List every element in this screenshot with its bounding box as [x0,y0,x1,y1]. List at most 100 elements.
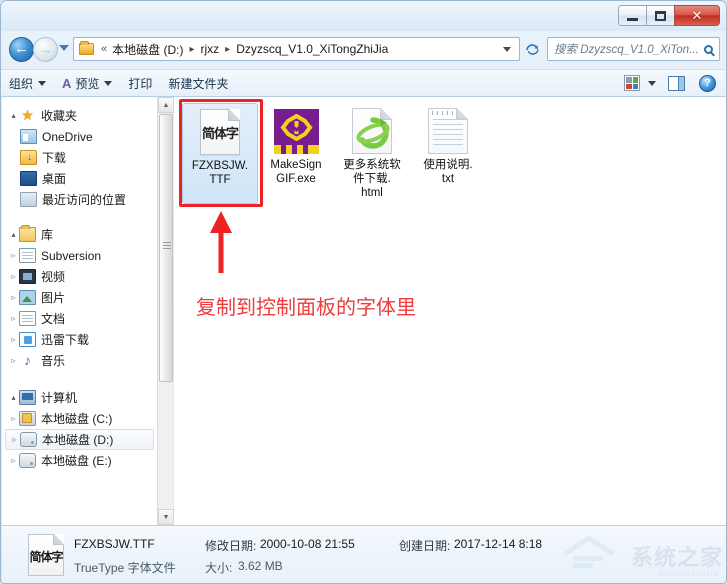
search-icon [704,44,713,54]
file-name-label: FZXBSJW. TTF [191,160,249,186]
close-button[interactable]: ✕ [674,5,720,26]
organize-button[interactable]: 组织 [1,72,54,94]
onedrive-icon [20,129,37,144]
maximize-button[interactable] [646,5,675,26]
sidebar-item-drive-d[interactable]: ▹ 本地磁盘 (D:) [5,429,154,450]
sidebar-group-favorites: ▴ ★ 收藏夹 OneDrive 下载 桌面 最近访问的位置 [2,105,157,210]
help-button[interactable]: ? [695,72,720,94]
sidebar-item-pictures[interactable]: ▹ 图片 [2,287,157,308]
file-item-font[interactable]: 简体字 FZXBSJW. TTF [182,103,258,204]
sidebar-item-documents[interactable]: ▹ 文档 [2,308,157,329]
details-created-label: 创建日期: [399,539,451,553]
file-item-text[interactable]: 使用说明. txt [410,103,486,204]
library-icon [19,225,36,242]
sidebar-item-music[interactable]: ▹ ♪ 音乐 [2,350,157,371]
sidebar-item-drive-e[interactable]: ▹ 本地磁盘 (E:) [2,450,157,471]
forward-button[interactable]: → [33,37,58,62]
sidebar-item-subversion[interactable]: ▹ Subversion [2,245,157,266]
page-fold-icon [53,534,64,545]
system-drive-icon [19,411,36,426]
details-modified-label: 修改日期: [205,539,257,553]
house-logo-icon [563,536,615,568]
expand-twisty-icon[interactable]: ▴ [8,111,19,120]
expand-twisty-icon[interactable]: ▹ [8,335,19,344]
window-controls: ✕ [618,5,720,26]
recent-places-icon [20,192,37,207]
annotation-arrow-icon [210,211,232,273]
folder-icon [79,41,94,55]
video-icon [19,269,36,284]
file-name-label: 使用说明. txt [423,159,473,185]
sidebar-item-downloads[interactable]: 下载 [2,147,157,168]
font-preview-glyph: 简体字 [29,550,63,564]
minimize-button[interactable] [618,5,647,26]
triangle-down-icon: ▼ [162,513,170,521]
sidebar-item-onedrive[interactable]: OneDrive [2,126,157,147]
details-created-value: 2017-12-14 8:18 [454,537,543,551]
file-name-label: 更多系统软 件下载. html [343,159,401,199]
expand-twisty-icon[interactable]: ▴ [8,393,19,402]
show-preview-pane-button[interactable] [658,72,695,94]
chevron-down-icon[interactable] [503,46,511,52]
search-input[interactable]: 搜索 Dzyzscq_V1.0_XiTon... [554,41,701,57]
navigation-pane[interactable]: ▴ ★ 收藏夹 OneDrive 下载 桌面 最近访问的位置 [2,97,157,525]
recent-pages-dropdown[interactable] [59,45,69,51]
scroll-up-button[interactable]: ▲ [158,97,174,113]
sidebar-item-libraries[interactable]: ▴ 库 [2,224,157,245]
sidebar-item-label: 最近访问的位置 [42,193,127,207]
expand-twisty-icon[interactable]: ▹ [9,435,20,444]
desktop-icon [20,171,37,186]
annotation-text: 复制到控制面板的字体里 [196,295,416,319]
expand-twisty-icon[interactable]: ▹ [8,456,19,465]
maximize-icon [655,10,666,21]
sidebar-item-favorites[interactable]: ▴ ★ 收藏夹 [2,105,157,126]
expand-twisty-icon[interactable]: ▴ [8,230,19,239]
sidebar-item-drive-c[interactable]: ▹ 本地磁盘 (C:) [2,408,157,429]
print-button[interactable]: 打印 [120,72,160,94]
sidebar-item-recent-places[interactable]: 最近访问的位置 [2,189,157,210]
watermark-text: 系统之家 [630,546,723,571]
preview-icon: A [62,75,72,91]
sidebar-item-label: 库 [41,228,54,242]
sidebar-item-computer[interactable]: ▴ 计算机 [2,387,157,408]
address-bar[interactable]: « 本地磁盘 (D:) ▸ rjxz ▸ Dzyzscq_V1.0_XiTong… [73,37,520,61]
expand-twisty-icon[interactable]: ▹ [8,251,19,260]
scroll-down-button[interactable]: ▼ [158,509,174,525]
logo-bar [273,145,319,154]
details-filetype: TrueType 字体文件 [74,561,176,575]
preview-button[interactable]: A 预览 [54,72,120,94]
search-box[interactable]: 搜索 Dzyzscq_V1.0_XiTon... [547,37,720,61]
breadcrumb-item-2[interactable]: Dzyzscq_V1.0_XiTongZhiJia [234,42,390,56]
scrollbar-thumb[interactable] [159,114,173,382]
details-file-icon: 简体字 [28,534,64,576]
breadcrumb-item-0[interactable]: 本地磁盘 (D:) [110,41,185,58]
sidebar-item-label: 本地磁盘 (C:) [41,412,113,426]
details-modified-value: 2000-10-08 21:55 [260,537,355,551]
expand-twisty-icon[interactable]: ▹ [8,414,19,423]
breadcrumb-separator[interactable]: ▸ [221,44,234,55]
expand-twisty-icon[interactable]: ▹ [8,356,19,365]
sidebar-item-videos[interactable]: ▹ 视频 [2,266,157,287]
change-view-button[interactable] [616,72,658,94]
expand-twisty-icon[interactable]: ▹ [8,314,19,323]
sidebar-item-label: 迅雷下载 [41,333,90,347]
sidebar-item-xunlei-downloads[interactable]: ▹ 迅雷下载 [2,329,157,350]
breadcrumb-separator[interactable]: ▸ [185,44,198,55]
text-file-icon [424,107,472,155]
file-item-html[interactable]: 更多系统软 件下载. html [334,103,410,204]
breadcrumb-item-1[interactable]: rjxz [198,42,221,56]
breadcrumb-overflow-icon[interactable]: « [98,43,110,55]
back-button[interactable]: ← [9,37,34,62]
downloads-icon [20,150,37,165]
navigation-pane-scrollbar[interactable]: ▲ ▼ [157,97,174,525]
refresh-button[interactable] [522,39,542,59]
sidebar-item-label: OneDrive [42,129,93,144]
expand-twisty-icon[interactable]: ▹ [8,293,19,302]
sidebar-item-label: 视频 [41,270,66,284]
sidebar-item-desktop[interactable]: 桌面 [2,168,157,189]
explorer-window: ✕ ← → « 本地磁盘 (D:) ▸ rjxz ▸ Dzyzscq_V1.0_… [0,0,727,584]
new-folder-button[interactable]: 新建文件夹 [160,72,236,94]
file-item-application[interactable]: MakeSign GIF.exe [258,103,334,204]
star-icon: ★ [21,107,34,123]
expand-twisty-icon[interactable]: ▹ [8,272,19,281]
